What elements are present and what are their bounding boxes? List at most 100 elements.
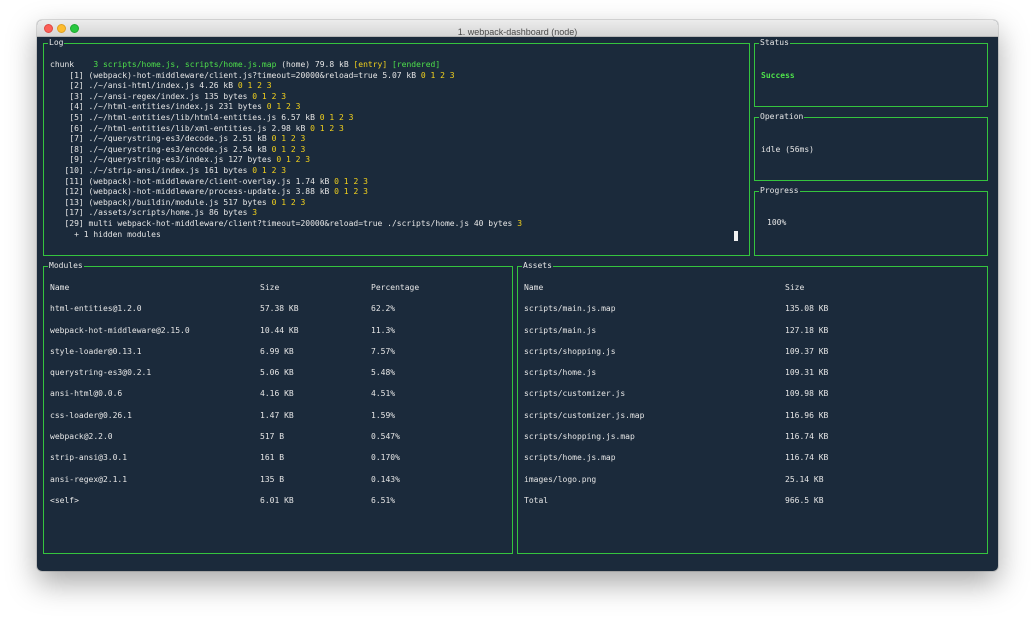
log-token: 0 1 2 3 xyxy=(271,197,306,207)
assets-table: Name Size scripts/main.js.map 135.08 KB sc… xyxy=(518,281,987,515)
status-panel-label: Status xyxy=(759,38,790,48)
asset-size: 25.14 KB xyxy=(785,474,824,484)
log-token: 3 scripts/home.js, scripts/home.js.map xyxy=(93,60,277,69)
assets-header-row: Name Size xyxy=(518,281,987,302)
module-row[interactable]: html-entities@1.2.0 57.38 KB 62.2% xyxy=(44,302,512,323)
module-size: 4.16 KB xyxy=(260,389,294,399)
asset-row[interactable]: images/logo.png 25.14 KB xyxy=(518,473,987,494)
asset-size: 109.37 KB xyxy=(785,346,829,356)
asset-row[interactable]: scripts/main.js 127.18 KB xyxy=(518,324,987,345)
module-size: 1.47 KB xyxy=(260,410,294,420)
module-row[interactable]: css-loader@0.26.1 1.47 KB 1.59% xyxy=(44,409,512,430)
assets-panel[interactable]: Assets Name Size scripts/main.js.map 135.… xyxy=(517,261,988,554)
log-panel[interactable]: Log chunk 3 scripts/home.js, scripts/hom… xyxy=(43,38,750,256)
log-token: 0 1 2 3 xyxy=(271,144,306,154)
log-line: [8] ./~/querystring-es3/encode.js 2.54 k… xyxy=(50,145,522,156)
maximize-window-button[interactable] xyxy=(70,24,79,33)
log-line: [3] ./~/ansi-regex/index.js 135 bytes 0 … xyxy=(50,92,522,103)
asset-size: 135.08 KB xyxy=(785,304,829,314)
log-token: [7] ./~/querystring-es3/decode.js 2.51 k… xyxy=(50,134,272,144)
asset-row[interactable]: Total 966.5 KB xyxy=(518,494,987,515)
log-line: chunk 3 scripts/home.js, scripts/home.js… xyxy=(50,60,522,71)
log-line: [10] ./~/strip-ansi/index.js 161 bytes 0… xyxy=(50,166,522,177)
log-token: [13] (webpack)/buildin/module.js 517 byt… xyxy=(50,197,272,207)
log-line: [12] (webpack)-hot-middleware/process-up… xyxy=(50,187,522,198)
asset-row[interactable]: scripts/home.js 109.31 KB xyxy=(518,366,987,387)
asset-row[interactable]: scripts/customizer.js.map 116.96 KB xyxy=(518,409,987,430)
asset-name: scripts/shopping.js xyxy=(524,346,616,356)
log-line: [17] ./assets/scripts/home.js 86 bytes 3 xyxy=(50,208,522,219)
log-line: [2] ./~/ansi-html/index.js 4.26 kB 0 1 2… xyxy=(50,81,522,92)
log-line: [11] (webpack)-hot-middleware/client-ove… xyxy=(50,177,522,188)
asset-row[interactable]: scripts/home.js.map 116.74 KB xyxy=(518,451,987,472)
module-size: 6.01 KB xyxy=(260,495,294,505)
module-percentage: 6.51% xyxy=(371,495,396,505)
status-panel: Status Success xyxy=(754,38,988,107)
modules-header-row: Name Size Percentage xyxy=(44,281,512,302)
terminal-cursor xyxy=(734,231,738,241)
asset-name: scripts/home.js xyxy=(524,368,597,378)
terminal-window: 1. webpack-dashboard (node) Log chunk 3 … xyxy=(37,20,998,571)
log-token: [17] ./assets/scripts/home.js 86 bytes xyxy=(50,208,253,218)
log-token: 0 1 2 3 xyxy=(276,155,311,165)
assets-header-size: Size xyxy=(785,283,805,292)
module-percentage: 0.143% xyxy=(371,474,400,484)
assets-panel-label: Assets xyxy=(522,261,553,271)
progress-panel-label: Progress xyxy=(759,186,800,196)
modules-table: Name Size Percentage html-entities@1.2.0… xyxy=(44,281,512,515)
module-percentage: 11.3% xyxy=(371,325,396,335)
module-row[interactable]: ansi-html@0.0.6 4.16 KB 4.51% xyxy=(44,387,512,408)
module-name: webpack-hot-middleware@2.15.0 xyxy=(50,325,190,335)
module-name: querystring-es3@0.2.1 xyxy=(50,368,152,378)
log-line: [5] ./~/html-entities/lib/html4-entities… xyxy=(50,113,522,124)
log-token: [rendered] xyxy=(392,60,441,69)
log-token: 0 1 2 3 xyxy=(271,134,306,144)
title-bar: 1. webpack-dashboard (node) xyxy=(37,20,998,37)
modules-panel[interactable]: Modules Name Size Percentage html-entiti… xyxy=(43,261,513,554)
log-token: [11] (webpack)-hot-middleware/client-ove… xyxy=(50,176,335,186)
module-name: webpack@2.2.0 xyxy=(50,432,113,442)
log-token: chunk xyxy=(50,60,94,69)
module-name: ansi-html@0.0.6 xyxy=(50,389,123,399)
log-line: [9] ./~/querystring-es3/index.js 127 byt… xyxy=(50,155,522,166)
module-percentage: 7.57% xyxy=(371,346,396,356)
log-token: 0 1 2 3 xyxy=(266,102,301,112)
operation-panel: Operation idle (56ms) xyxy=(754,112,988,181)
module-percentage: 4.51% xyxy=(371,389,396,399)
minimize-window-button[interactable] xyxy=(57,24,66,33)
module-name: style-loader@0.13.1 xyxy=(50,346,142,356)
log-token: 0 1 2 3 xyxy=(319,112,354,122)
module-row[interactable]: strip-ansi@3.0.1 161 B 0.170% xyxy=(44,451,512,472)
progress-value: 100% xyxy=(767,218,787,227)
asset-size: 116.74 KB xyxy=(785,432,829,442)
module-percentage: 5.48% xyxy=(371,368,396,378)
asset-row[interactable]: scripts/shopping.js 109.37 KB xyxy=(518,345,987,366)
module-size: 6.99 KB xyxy=(260,346,294,356)
log-token: + 1 hidden modules xyxy=(50,229,161,239)
module-row[interactable]: style-loader@0.13.1 6.99 KB 7.57% xyxy=(44,345,512,366)
log-token: (home) 79.8 kB xyxy=(276,60,354,69)
module-row[interactable]: querystring-es3@0.2.1 5.06 KB 5.48% xyxy=(44,366,512,387)
asset-row[interactable]: scripts/shopping.js.map 116.74 KB xyxy=(518,430,987,451)
module-row[interactable]: webpack-hot-middleware@2.15.0 10.44 KB 11.… xyxy=(44,324,512,345)
modules-header-name: Name xyxy=(50,283,70,292)
operation-panel-label: Operation xyxy=(759,112,805,122)
module-row[interactable]: webpack@2.2.0 517 B 0.547% xyxy=(44,430,512,451)
asset-name: scripts/shopping.js.map xyxy=(524,432,635,442)
asset-size: 109.98 KB xyxy=(785,389,829,399)
asset-name: scripts/home.js.map xyxy=(524,453,616,463)
status-value: Success xyxy=(761,71,795,80)
asset-size: 127.18 KB xyxy=(785,325,829,335)
close-window-button[interactable] xyxy=(44,24,53,33)
module-size: 517 B xyxy=(260,432,285,442)
progress-panel: Progress 100% xyxy=(754,186,988,256)
log-token: [5] ./~/html-entities/lib/html4-entities… xyxy=(50,112,320,122)
module-name: html-entities@1.2.0 xyxy=(50,304,142,314)
modules-panel-label: Modules xyxy=(48,261,84,271)
module-row[interactable]: <self> 6.01 KB 6.51% xyxy=(44,494,512,515)
asset-row[interactable]: scripts/main.js.map 135.08 KB xyxy=(518,302,987,323)
module-size: 57.38 KB xyxy=(260,304,299,314)
asset-row[interactable]: scripts/customizer.js 109.98 KB xyxy=(518,387,987,408)
module-row[interactable]: ansi-regex@2.1.1 135 B 0.143% xyxy=(44,473,512,494)
log-line: [7] ./~/querystring-es3/decode.js 2.51 k… xyxy=(50,134,522,145)
